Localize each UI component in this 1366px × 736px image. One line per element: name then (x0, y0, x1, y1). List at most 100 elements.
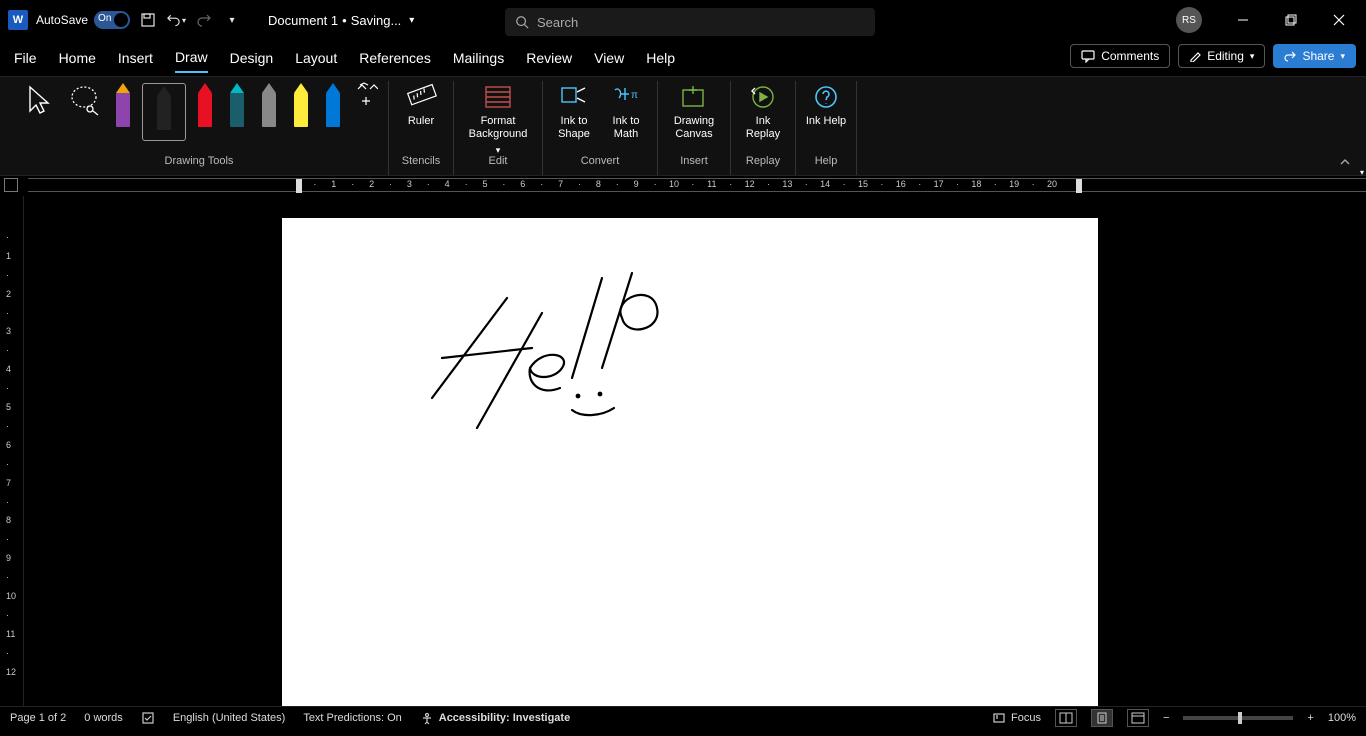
collapse-ribbon-icon[interactable] (1338, 155, 1352, 169)
ink-replay-button[interactable]: Ink Replay (739, 81, 787, 141)
format-background-button[interactable]: Format Background▾ (462, 81, 534, 156)
tab-view[interactable]: View (594, 44, 624, 72)
chevron-down-icon: ▾ (409, 15, 414, 26)
vruler-tick: 9 (6, 553, 11, 563)
tab-design[interactable]: Design (230, 44, 274, 72)
select-tool[interactable] (18, 81, 58, 147)
tab-help[interactable]: Help (646, 44, 675, 72)
focus-mode[interactable]: Focus (992, 711, 1041, 725)
search-input[interactable]: Search (505, 8, 875, 36)
ruler-tick: 17 (934, 179, 944, 189)
pen-teal-pen[interactable] (224, 83, 250, 135)
vruler-tick: 2 (6, 289, 11, 299)
restore-button[interactable] (1268, 0, 1314, 40)
document-title[interactable]: Document 1 • Saving... ▾ (268, 13, 414, 28)
ruler-button[interactable]: Ruler (397, 81, 445, 128)
redo-icon[interactable] (194, 10, 214, 30)
ink-to-math-button[interactable]: π Ink to Math (603, 81, 649, 141)
ruler-tick: 14 (820, 179, 830, 189)
ruler-tick: 6 (520, 179, 525, 189)
text-predictions[interactable]: Text Predictions: On (303, 712, 401, 724)
pen-orange-purple-highlighter[interactable] (110, 83, 136, 135)
ruler-tick: 15 (858, 179, 868, 189)
tab-home[interactable]: Home (59, 44, 96, 72)
ruler-tick: 1 (331, 179, 336, 189)
tab-selector[interactable] (4, 178, 18, 192)
user-avatar[interactable]: RS (1176, 7, 1202, 33)
add-pen-button[interactable] (352, 81, 380, 147)
language-indicator[interactable]: English (United States) (173, 712, 286, 724)
drawing-canvas-button[interactable]: Drawing Canvas (666, 81, 722, 141)
read-mode-icon[interactable] (1055, 709, 1077, 727)
tab-file[interactable]: File (14, 44, 37, 72)
tab-insert[interactable]: Insert (118, 44, 153, 72)
ruler-tick: 4 (445, 179, 450, 189)
editing-mode-button[interactable]: Editing▾ (1178, 44, 1265, 68)
vruler-tick: 11 (6, 629, 15, 639)
close-button[interactable] (1316, 0, 1362, 40)
save-icon[interactable] (138, 10, 158, 30)
undo-icon[interactable]: ▾ (166, 10, 186, 30)
pen-red-pen[interactable] (192, 83, 218, 135)
minimize-button[interactable] (1220, 0, 1266, 40)
svg-text:π: π (631, 90, 638, 101)
group-label-replay: Replay (746, 153, 780, 167)
ruler-tick: 12 (745, 179, 755, 189)
web-layout-icon[interactable] (1127, 709, 1149, 727)
vruler-tick: 8 (6, 515, 11, 525)
ruler-tick: 5 (482, 179, 487, 189)
ribbon-tabs: File Home Insert Draw Design Layout Refe… (0, 40, 1366, 76)
zoom-level[interactable]: 100% (1328, 712, 1356, 724)
ruler-tick: 9 (634, 179, 639, 189)
document-page[interactable] (282, 218, 1098, 708)
vruler-tick: 4 (6, 364, 11, 374)
group-label-help: Help (815, 153, 838, 167)
right-margin-marker[interactable] (1076, 179, 1082, 193)
ink-drawing (282, 218, 1098, 708)
word-count[interactable]: 0 words (84, 712, 123, 724)
page-viewport[interactable] (24, 196, 1366, 708)
ribbon: ▾ Drawing Tools Ruler Stencils Format Ba… (0, 76, 1366, 176)
ruler-tick: 16 (896, 179, 906, 189)
tab-references[interactable]: References (359, 44, 431, 72)
ink-to-shape-button[interactable]: Ink to Shape (551, 81, 597, 141)
pen-black-pen[interactable]: ▾ (142, 83, 186, 141)
qat-customize-icon[interactable]: ▾ (222, 10, 242, 30)
pen-gray-pencil[interactable] (256, 83, 282, 135)
vruler-tick: 3 (6, 326, 11, 336)
group-label-convert: Convert (581, 153, 620, 167)
vruler-tick: 10 (6, 591, 16, 601)
group-label-insert: Insert (680, 153, 708, 167)
autosave-label: AutoSave (36, 13, 88, 27)
vruler-tick: 5 (6, 402, 11, 412)
ruler-tick: 3 (407, 179, 412, 189)
pen-yellow-highlighter[interactable] (288, 83, 314, 135)
pen-blue-pen[interactable] (320, 83, 346, 135)
spellcheck-icon[interactable] (141, 711, 155, 725)
ink-help-button[interactable]: Ink Help (804, 81, 848, 128)
ruler-tick: 7 (558, 179, 563, 189)
left-margin-marker[interactable] (296, 179, 302, 193)
page-indicator[interactable]: Page 1 of 2 (10, 712, 66, 724)
tab-draw[interactable]: Draw (175, 43, 208, 73)
zoom-in-button[interactable]: + (1307, 712, 1313, 724)
status-bar: Page 1 of 2 0 words English (United Stat… (0, 706, 1366, 728)
accessibility-check[interactable]: Accessibility: Investigate (420, 711, 570, 725)
tab-review[interactable]: Review (526, 44, 572, 72)
horizontal-ruler[interactable]: 1·2·3·4·5·6·7·8·9·10·11·12·13·14·15·16·1… (0, 176, 1366, 194)
zoom-out-button[interactable]: − (1163, 712, 1169, 724)
zoom-slider[interactable] (1183, 716, 1293, 720)
autosave-toggle[interactable]: On (94, 11, 130, 29)
tab-mailings[interactable]: Mailings (453, 44, 504, 72)
word-app-icon[interactable]: W (8, 10, 28, 30)
print-layout-icon[interactable] (1091, 709, 1113, 727)
vruler-tick: 12 (6, 667, 16, 677)
comments-button[interactable]: Comments (1070, 44, 1170, 68)
ruler-tick: 18 (971, 179, 981, 189)
lasso-tool[interactable] (64, 81, 104, 147)
share-button[interactable]: Share▾ (1273, 44, 1356, 68)
ruler-tick: 10 (669, 179, 679, 189)
ruler-tick: 13 (782, 179, 792, 189)
tab-layout[interactable]: Layout (295, 44, 337, 72)
vertical-ruler[interactable]: 1·2·3·4·5·6·7·8·9·10·11·12· (0, 196, 24, 708)
